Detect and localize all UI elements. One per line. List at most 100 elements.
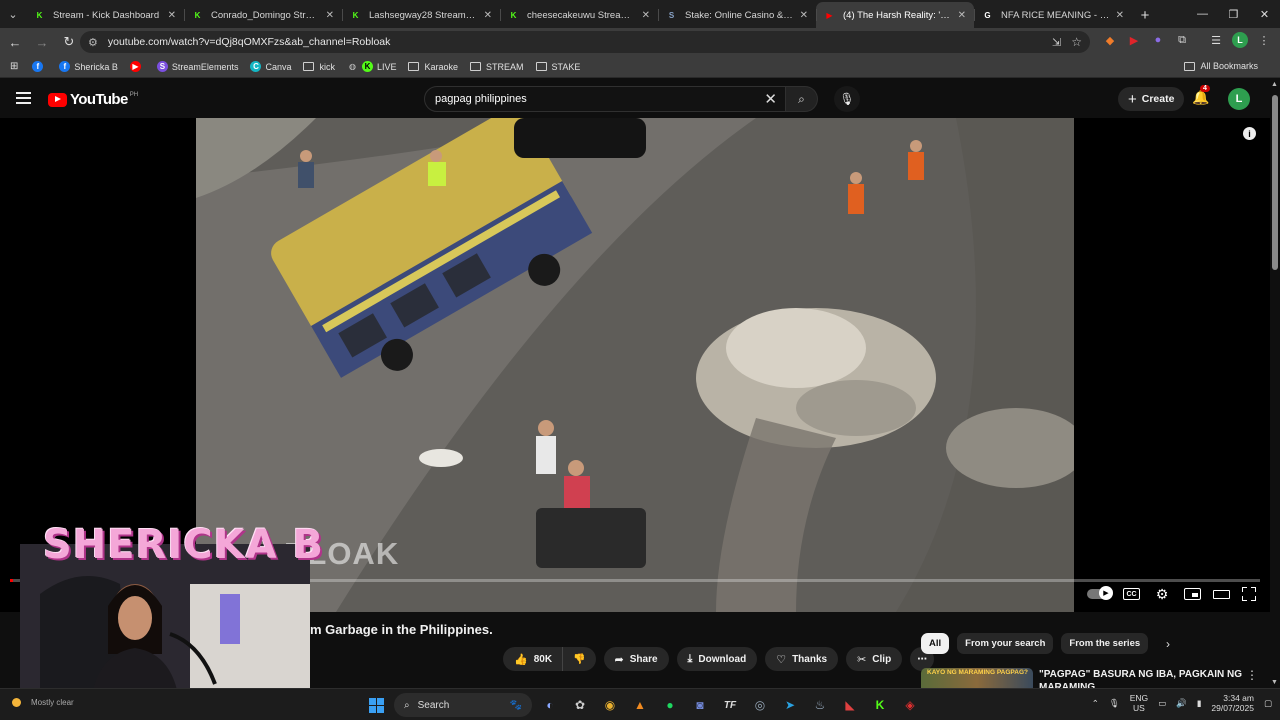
tab-close-icon[interactable]: ✕	[642, 10, 650, 21]
discord-icon[interactable]: ◙	[688, 693, 712, 717]
scrollbar-thumb[interactable]	[1272, 95, 1278, 270]
app-icon-1[interactable]: ◐	[538, 693, 562, 717]
page-scrollbar[interactable]: ▲ ▼	[1270, 79, 1280, 688]
bookmark-item[interactable]: ▶	[129, 61, 145, 72]
fullscreen-icon[interactable]	[1242, 587, 1256, 601]
account-avatar[interactable]: L	[1228, 88, 1250, 110]
download-button[interactable]: ⤓ Download	[676, 647, 758, 671]
bookmark-item[interactable]: C Canva	[250, 61, 291, 72]
kick-icon[interactable]: K	[868, 693, 892, 717]
browser-tab[interactable]: K Lashsegway28 Stream - Watch ✕	[342, 2, 500, 28]
scroll-down-arrow-icon[interactable]: ▼	[1271, 679, 1278, 686]
extension-icon-red[interactable]: ▶	[1126, 32, 1142, 48]
autoplay-toggle[interactable]	[1087, 586, 1113, 600]
app-icon-tf[interactable]: TF	[718, 693, 742, 717]
spotify-icon[interactable]: ●	[658, 693, 682, 717]
extension-icon-orange[interactable]: ◆	[1102, 32, 1118, 48]
captions-icon[interactable]: CC	[1123, 588, 1140, 600]
bookmark-item[interactable]: f	[32, 61, 47, 72]
taskbar-search[interactable]: ⌕ Search 🐾	[394, 693, 532, 717]
reload-icon[interactable]: ↻	[57, 30, 81, 54]
install-app-icon[interactable]: ⇲	[1052, 36, 1061, 49]
restore-icon[interactable]: ❐	[1218, 0, 1249, 28]
site-info-icon[interactable]: ⚙	[88, 36, 98, 49]
tab-search-button[interactable]: ⌄	[0, 0, 26, 28]
app-icon-5[interactable]: ◈	[898, 693, 922, 717]
network-icon[interactable]: ▭	[1158, 698, 1166, 709]
steam-icon[interactable]: ♨	[808, 693, 832, 717]
filter-chip[interactable]: From the series	[1061, 633, 1149, 654]
youtube-logo[interactable]: YouTube PH	[48, 91, 138, 108]
bookmark-item[interactable]: ◍ K LIVE	[347, 61, 396, 72]
apps-grid-icon[interactable]: ⊞	[10, 61, 18, 72]
voice-search-icon[interactable]: 🎙	[834, 86, 860, 112]
minimize-icon[interactable]: —	[1187, 0, 1218, 28]
clip-button[interactable]: ✂ Clip	[846, 647, 903, 671]
bookmark-item[interactable]: kick	[303, 62, 335, 72]
browser-menu-icon[interactable]: ⋮	[1256, 32, 1272, 48]
language-indicator[interactable]: ENG US	[1130, 693, 1148, 713]
extension-icon-purple[interactable]: ●	[1150, 32, 1166, 48]
bookmark-item[interactable]: S StreamElements	[156, 61, 238, 72]
recommended-video[interactable]: KAYO NG MARAMING PAGPAG? "PAGPAG" BASURA…	[921, 668, 1266, 688]
browser-tab[interactable]: Kcheesecakeuwu Stream - Watch ✕	[500, 2, 658, 28]
share-button[interactable]: ➦ Share	[603, 647, 669, 671]
settings-gear-icon[interactable]: ⚙	[1152, 586, 1172, 602]
filter-chip[interactable]: All	[921, 633, 950, 654]
system-clock[interactable]: 3:34 am 29/07/2025	[1211, 693, 1254, 713]
create-button[interactable]: + Create	[1118, 87, 1185, 111]
hamburger-menu-icon[interactable]	[16, 92, 31, 104]
address-bar[interactable]: ⚙ youtube.com/watch?v=dQj8qOMXFzs&ab_cha…	[80, 31, 1090, 53]
notifications-bell-icon[interactable]: 🔔 4	[1192, 85, 1210, 106]
browser-tab[interactable]: G NFA RICE MEANING - Google ✕	[974, 2, 1132, 28]
clear-search-icon[interactable]: ✕	[764, 90, 777, 108]
browser-tab[interactable]: K Stream - Kick Dashboard ✕	[26, 2, 184, 28]
browser-tab[interactable]: ▶ (4) The Harsh Reality: 'Pagpag' ✕	[816, 2, 974, 28]
tray-overflow-icon[interactable]: ⌃	[1092, 698, 1099, 709]
back-icon[interactable]: ←	[3, 30, 27, 54]
search-input[interactable]: pagpag philippines ✕	[424, 86, 786, 112]
info-icon[interactable]: i	[1243, 127, 1256, 140]
reading-list-icon[interactable]: ☰	[1208, 32, 1224, 48]
new-tab-button[interactable]: +	[1132, 2, 1158, 28]
dislike-button[interactable]: 👎	[563, 647, 596, 671]
extensions-puzzle-icon[interactable]: ⧉	[1174, 32, 1190, 48]
recommended-menu-icon[interactable]: ⋮	[1246, 668, 1258, 682]
telegram-icon[interactable]: ➤	[778, 693, 802, 717]
app-icon-4[interactable]: ◣	[838, 693, 862, 717]
recommended-thumbnail[interactable]: KAYO NG MARAMING PAGPAG?	[921, 668, 1033, 688]
battery-icon[interactable]: ▮	[1197, 698, 1202, 709]
tab-close-icon[interactable]: ✕	[484, 10, 492, 21]
all-bookmarks[interactable]: All Bookmarks	[1184, 61, 1258, 71]
tab-close-icon[interactable]: ✕	[168, 10, 176, 21]
tab-close-icon[interactable]: ✕	[958, 10, 966, 21]
start-windows-icon[interactable]	[364, 693, 388, 717]
bookmark-item[interactable]: Karaoke	[408, 62, 458, 72]
tab-close-icon[interactable]: ✕	[326, 10, 334, 21]
app-icon-2[interactable]: ✿	[568, 693, 592, 717]
filter-chip[interactable]: From your search	[957, 633, 1054, 654]
bookmark-item[interactable]: f Shericka B	[59, 61, 118, 72]
theater-mode-icon[interactable]	[1213, 589, 1230, 599]
tab-close-icon[interactable]: ✕	[1116, 10, 1124, 21]
bookmark-item[interactable]: STAKE	[535, 62, 580, 72]
like-button[interactable]: 👍 80K	[503, 647, 564, 671]
chrome-icon[interactable]: ◉	[598, 693, 622, 717]
notifications-icon[interactable]: ▢	[1264, 698, 1272, 709]
forward-icon[interactable]: →	[30, 30, 54, 54]
volume-icon[interactable]: 🔊	[1176, 698, 1187, 709]
profile-avatar[interactable]: L	[1232, 32, 1248, 48]
scroll-up-arrow-icon[interactable]: ▲	[1271, 81, 1278, 88]
app-icon-vlc[interactable]: ▲	[628, 693, 652, 717]
miniplayer-icon[interactable]	[1184, 588, 1201, 600]
thanks-button[interactable]: ♡ Thanks	[765, 647, 839, 671]
weather-widget[interactable]: Mostly clear	[12, 698, 74, 707]
microphone-icon[interactable]: 🎙	[1109, 698, 1120, 709]
bookmark-star-icon[interactable]: ☆	[1071, 35, 1082, 49]
chips-next-icon[interactable]: ›	[1166, 637, 1170, 651]
app-icon-3[interactable]: ◎	[748, 693, 772, 717]
browser-tab[interactable]: K Conrado_Domingo Stream - W ✕	[184, 2, 342, 28]
tab-close-icon[interactable]: ✕	[800, 10, 808, 21]
bookmark-item[interactable]: STREAM	[470, 62, 524, 72]
search-button[interactable]: ⌕	[786, 86, 818, 112]
